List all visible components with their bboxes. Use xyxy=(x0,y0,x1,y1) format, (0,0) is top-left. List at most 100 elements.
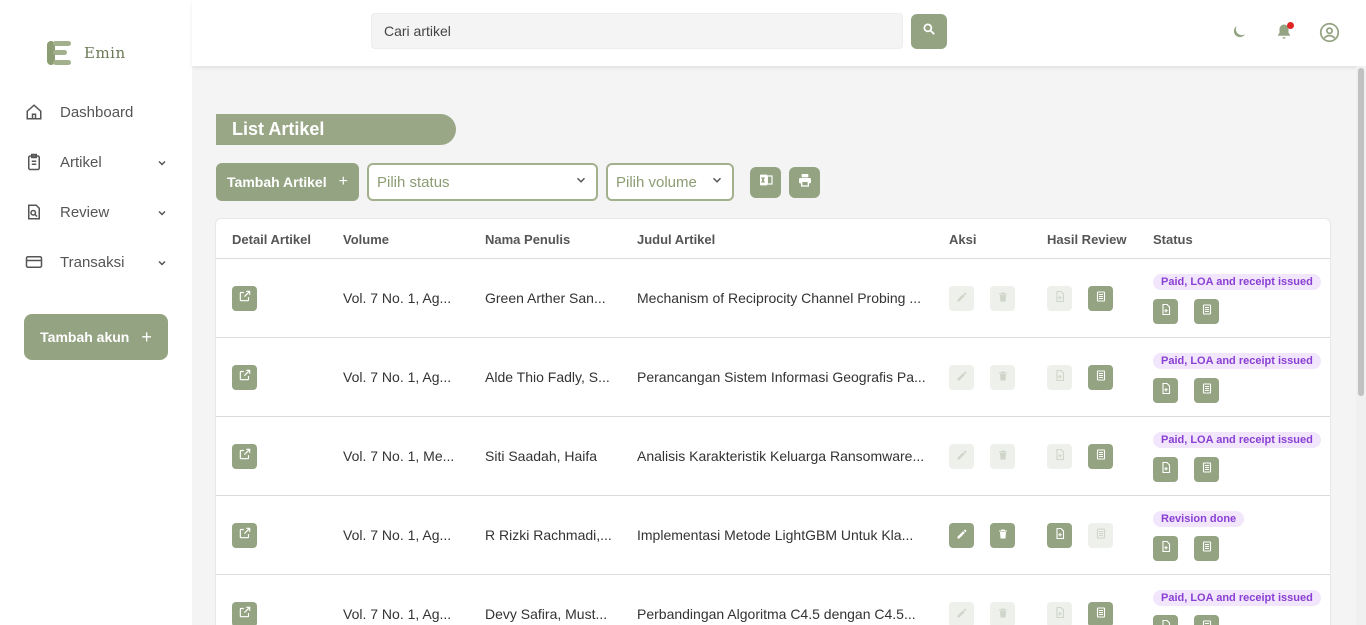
status-document-button[interactable] xyxy=(1194,536,1219,561)
volume-cell: Vol. 7 No. 1, Ag... xyxy=(343,606,452,622)
moon-icon[interactable] xyxy=(1228,21,1250,43)
column-header: Aksi xyxy=(949,232,977,247)
add-article-button[interactable]: Tambah Artikel + xyxy=(216,163,359,201)
table-row: Vol. 7 No. 1, Ag... Alde Thio Fadly, S...… xyxy=(216,338,1330,417)
document-icon xyxy=(1201,303,1213,321)
status-badge: Paid, LOA and receipt issued xyxy=(1153,590,1321,606)
external-link-icon xyxy=(238,289,252,308)
status-file-button[interactable] xyxy=(1153,457,1178,482)
review-result-button[interactable] xyxy=(1088,286,1113,311)
review-file-button[interactable] xyxy=(1047,444,1072,469)
status-document-button[interactable] xyxy=(1194,615,1219,625)
delete-button[interactable] xyxy=(990,444,1015,469)
sidebar: Emin Dashboard Artikel Review Transaksi xyxy=(0,0,192,625)
trash-icon xyxy=(997,290,1009,308)
external-link-icon xyxy=(238,605,252,624)
review-file-button[interactable] xyxy=(1047,365,1072,390)
sidebar-item-review[interactable]: Review xyxy=(24,200,168,224)
status-document-button[interactable] xyxy=(1194,299,1219,324)
status-file-button[interactable] xyxy=(1153,299,1178,324)
trash-icon xyxy=(997,527,1009,545)
delete-button[interactable] xyxy=(990,523,1015,548)
edit-button[interactable] xyxy=(949,286,974,311)
file-plus-icon xyxy=(1054,527,1066,545)
file-plus-icon xyxy=(1054,290,1066,308)
plus-icon: + xyxy=(338,173,348,190)
document-icon xyxy=(1095,369,1107,387)
pencil-icon xyxy=(956,448,968,466)
brand-logo[interactable]: Emin xyxy=(47,41,126,65)
file-plus-icon xyxy=(1054,369,1066,387)
search-box xyxy=(371,13,903,49)
review-file-button[interactable] xyxy=(1047,602,1072,625)
sidebar-item-label: Review xyxy=(60,203,110,221)
edit-button[interactable] xyxy=(949,523,974,548)
title-cell: Implementasi Metode LightGBM Untuk Kla..… xyxy=(637,527,914,543)
search-input[interactable] xyxy=(372,14,902,48)
pencil-icon xyxy=(956,290,968,308)
export-excel-button[interactable] xyxy=(750,167,781,198)
edit-button[interactable] xyxy=(949,444,974,469)
review-result-button[interactable] xyxy=(1088,602,1113,625)
file-plus-icon xyxy=(1054,448,1066,466)
print-button[interactable] xyxy=(789,167,820,198)
sidebar-item-artikel[interactable]: Artikel xyxy=(24,150,168,174)
status-file-button[interactable] xyxy=(1153,378,1178,403)
file-plus-icon xyxy=(1054,606,1066,624)
pencil-icon xyxy=(956,369,968,387)
external-link-icon xyxy=(238,526,252,545)
detail-article-button[interactable] xyxy=(232,444,257,469)
chevron-down-icon xyxy=(710,173,724,191)
status-select-value: Pilih status xyxy=(377,173,450,191)
bell-icon[interactable] xyxy=(1273,21,1295,43)
detail-article-button[interactable] xyxy=(232,286,257,311)
review-result-button[interactable] xyxy=(1088,444,1113,469)
file-plus-icon xyxy=(1160,382,1172,400)
column-header: Volume xyxy=(343,232,389,247)
review-file-button[interactable] xyxy=(1047,286,1072,311)
file-plus-icon xyxy=(1160,619,1172,625)
review-file-button[interactable] xyxy=(1047,523,1072,548)
volume-select[interactable]: Pilih volume xyxy=(606,163,734,201)
external-link-icon xyxy=(238,368,252,387)
status-file-button[interactable] xyxy=(1153,615,1178,625)
add-account-button[interactable]: Tambah akun + xyxy=(24,314,168,360)
review-result-button[interactable] xyxy=(1088,523,1113,548)
document-icon xyxy=(1095,290,1107,308)
status-badge: Paid, LOA and receipt issued xyxy=(1153,353,1321,369)
edit-button[interactable] xyxy=(949,365,974,390)
detail-article-button[interactable] xyxy=(232,523,257,548)
sidebar-item-transaksi[interactable]: Transaksi xyxy=(24,250,168,274)
user-circle-icon[interactable] xyxy=(1318,21,1340,43)
delete-button[interactable] xyxy=(990,602,1015,625)
search-button[interactable] xyxy=(911,14,947,49)
scrollbar[interactable] xyxy=(1356,66,1366,625)
pencil-icon xyxy=(956,606,968,624)
delete-button[interactable] xyxy=(990,365,1015,390)
author-cell: Siti Saadah, Haifa xyxy=(485,448,598,464)
column-header: Nama Penulis xyxy=(485,232,571,247)
detail-article-button[interactable] xyxy=(232,602,257,625)
detail-article-button[interactable] xyxy=(232,365,257,390)
title-cell: Mechanism of Reciprocity Channel Probing… xyxy=(637,290,922,306)
title-cell: Perancangan Sistem Informasi Geografis P… xyxy=(637,369,926,385)
sidebar-item-dashboard[interactable]: Dashboard xyxy=(24,100,168,124)
status-document-button[interactable] xyxy=(1194,457,1219,482)
top-header xyxy=(192,0,1366,66)
add-account-label: Tambah akun xyxy=(40,329,130,345)
delete-button[interactable] xyxy=(990,286,1015,311)
search-icon xyxy=(922,22,936,41)
status-badge: Revision done xyxy=(1153,511,1245,527)
brand-name: Emin xyxy=(84,44,126,62)
page-title: List Artikel xyxy=(216,114,456,145)
table-row: Vol. 7 No. 1, Ag... R Rizki Rachmadi,... I… xyxy=(216,496,1330,575)
scrollbar-thumb[interactable] xyxy=(1358,68,1364,396)
status-select[interactable]: Pilih status xyxy=(367,163,598,201)
status-document-button[interactable] xyxy=(1194,378,1219,403)
trash-icon xyxy=(997,448,1009,466)
review-result-button[interactable] xyxy=(1088,365,1113,390)
file-plus-icon xyxy=(1160,303,1172,321)
edit-button[interactable] xyxy=(949,602,974,625)
status-file-button[interactable] xyxy=(1153,536,1178,561)
column-header: Hasil Review xyxy=(1047,232,1127,247)
